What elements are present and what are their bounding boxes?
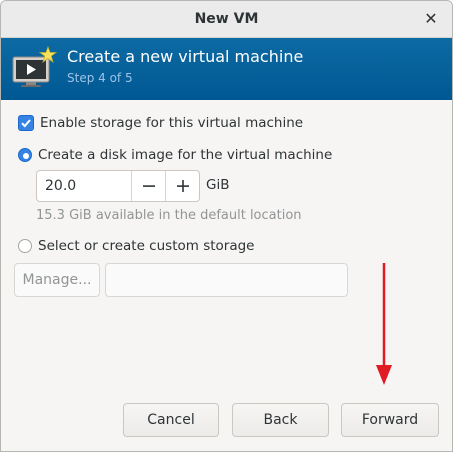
custom-storage-label: Select or create custom storage [38, 238, 255, 254]
wizard-header: Create a new virtual machine Step 4 of 5 [1, 38, 452, 100]
enable-storage-label: Enable storage for this virtual machine [40, 115, 304, 131]
available-space-hint: 15.3 GiB available in the default locati… [36, 208, 302, 223]
radio-selected-icon [18, 148, 32, 162]
forward-button[interactable]: Forward [341, 403, 439, 437]
cancel-button[interactable]: Cancel [123, 403, 219, 437]
close-button[interactable]: ✕ [420, 8, 442, 30]
create-disk-label: Create a disk image for the virtual mach… [38, 147, 333, 163]
close-icon: ✕ [424, 9, 438, 28]
new-vm-dialog: New VM ✕ Create a new virtual machine St… [0, 0, 453, 452]
disk-size-spinbutton: 20.0 [36, 170, 200, 202]
storage-page: Enable storage for this virtual machine … [1, 101, 452, 451]
decrease-button[interactable] [131, 171, 166, 201]
size-unit-label: GiB [206, 177, 230, 193]
increase-button[interactable] [165, 171, 200, 201]
vm-monitor-icon [12, 46, 57, 87]
titlebar: New VM ✕ [1, 1, 452, 38]
disk-size-input[interactable]: 20.0 [45, 171, 76, 201]
checkbox-checked-icon [18, 115, 34, 131]
create-disk-radio[interactable]: Create a disk image for the virtual mach… [18, 147, 332, 163]
step-indicator: Step 4 of 5 [67, 71, 133, 85]
radio-unselected-icon [18, 239, 32, 253]
minus-icon [143, 185, 155, 187]
custom-storage-path-input[interactable] [105, 263, 348, 297]
manage-button[interactable]: Manage... [14, 263, 100, 297]
custom-storage-radio[interactable]: Select or create custom storage [18, 238, 254, 254]
header-title: Create a new virtual machine [67, 47, 304, 66]
back-button[interactable]: Back [232, 403, 329, 437]
plus-icon [177, 180, 189, 192]
window-title: New VM [194, 11, 259, 27]
annotation-arrow [376, 263, 392, 385]
enable-storage-checkbox[interactable]: Enable storage for this virtual machine [18, 115, 303, 131]
